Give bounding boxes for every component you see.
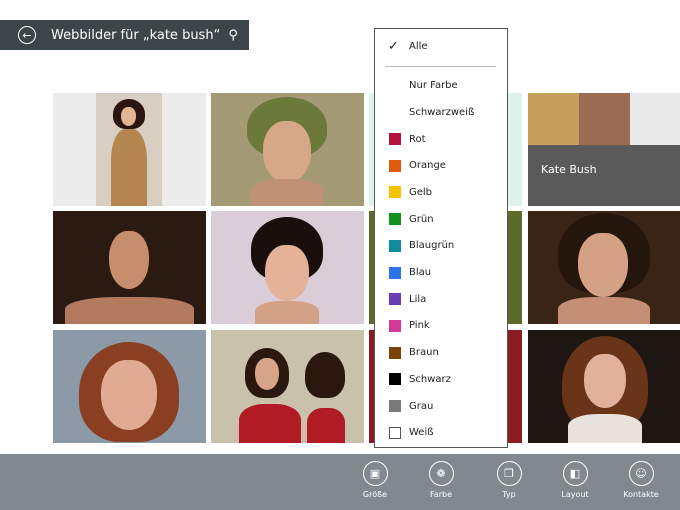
filter-option-label: Schwarzweiß [409, 106, 475, 118]
filter-option-color[interactable]: Grün [375, 208, 507, 230]
filter-option-label: Grün [409, 213, 434, 225]
image-tile[interactable] [53, 211, 206, 324]
image-tile[interactable] [211, 211, 364, 324]
filter-option-label: Blau [409, 267, 432, 278]
filter-option-color[interactable]: Lila [375, 288, 507, 310]
filter-option-label: Gelb [409, 186, 433, 198]
type-button[interactable]: ❐ Typ [484, 461, 534, 499]
thumb [579, 93, 630, 145]
filter-option-color[interactable]: Pink [375, 315, 507, 337]
filter-option-color[interactable]: Orange [375, 155, 507, 177]
color-swatch-icon [389, 426, 401, 439]
type-icon: ❐ [496, 461, 522, 486]
contacts-icon: ☺ [628, 461, 654, 486]
filter-option-label: Schwarz [409, 373, 451, 385]
color-swatch-icon [389, 159, 401, 172]
image-tile[interactable] [211, 330, 364, 443]
filter-option-label: Blaugrün [409, 240, 455, 252]
size-icon: ▣ [362, 461, 388, 486]
back-arrow-icon[interactable]: ← [18, 26, 36, 44]
color-swatch-icon [389, 400, 401, 412]
filter-option-label: Braun [409, 347, 439, 359]
checkmark-icon: ✓ [388, 38, 399, 54]
search-title: Webbilder für „kate bush“ [51, 27, 221, 43]
filter-option-label: Alle [409, 40, 428, 52]
filter-option-color[interactable]: Blaugrün [375, 235, 507, 257]
color-swatch-icon [389, 239, 401, 252]
thumb [630, 93, 680, 145]
thumb [528, 93, 579, 145]
color-button-label: Farbe [429, 490, 453, 499]
tile-caption: Kate Bush [541, 163, 597, 176]
color-swatch-icon [389, 293, 401, 306]
divider [385, 66, 496, 67]
search-bar: ← Webbilder für „kate bush“ ⚲ [0, 20, 249, 50]
palette-icon: ❁ [428, 461, 454, 486]
color-button[interactable]: ❁ Farbe [416, 461, 466, 499]
image-tile[interactable] [211, 93, 364, 206]
color-swatch-icon [389, 346, 401, 359]
layout-icon: ◧ [562, 461, 588, 486]
contacts-button[interactable]: ☺ Kontakte [616, 461, 666, 499]
filter-option-color[interactable]: Braun [375, 342, 507, 364]
filter-option-color[interactable]: Rot [375, 128, 507, 150]
color-filter-dropdown: ✓ Alle Nur Farbe Schwarzweiß Rot Orange Ge… [374, 28, 508, 448]
color-swatch-icon [389, 319, 401, 332]
layout-button-label: Layout [561, 490, 589, 499]
size-button[interactable]: ▣ Größe [350, 461, 400, 499]
color-swatch-icon [389, 373, 401, 386]
filter-option-color-only[interactable]: Nur Farbe [375, 74, 507, 96]
filter-option-label: Grau [409, 400, 434, 412]
filter-option-color[interactable]: Grau [375, 395, 507, 417]
image-tile[interactable] [528, 211, 680, 324]
image-tile[interactable] [53, 330, 206, 443]
image-tile[interactable] [53, 93, 206, 206]
filter-option-label: Lila [409, 293, 427, 305]
filter-option-color[interactable]: Gelb [375, 181, 507, 203]
filter-option-label: Pink [409, 320, 430, 332]
filter-option-label: Rot [409, 133, 426, 145]
size-button-label: Größe [362, 490, 388, 499]
filter-option-color[interactable]: Schwarz [375, 368, 507, 390]
filter-option-color[interactable]: Blau [375, 262, 507, 284]
filter-option-label: Weiß [409, 427, 434, 439]
app-bar: ▣ Größe ❁ Farbe ❐ Typ ◧ Layout ☺ Kontakt… [0, 454, 680, 510]
filter-option-all[interactable]: ✓ Alle [375, 35, 507, 57]
filter-option-black-white[interactable]: Schwarzweiß [375, 101, 507, 123]
image-tile-kate-bush[interactable]: Kate Bush [528, 93, 680, 206]
layout-button[interactable]: ◧ Layout [550, 461, 600, 499]
type-button-label: Typ [502, 490, 516, 499]
color-swatch-icon [389, 266, 401, 279]
filter-option-color[interactable]: Weiß [375, 422, 507, 444]
contacts-button-label: Kontakte [623, 490, 659, 499]
color-swatch-icon [389, 186, 401, 199]
filter-option-label: Nur Farbe [409, 79, 458, 91]
filter-option-label: Orange [409, 160, 446, 172]
image-tile[interactable] [528, 330, 680, 443]
search-icon[interactable]: ⚲ [228, 28, 238, 43]
color-swatch-icon [389, 213, 401, 226]
color-swatch-icon [389, 133, 401, 145]
